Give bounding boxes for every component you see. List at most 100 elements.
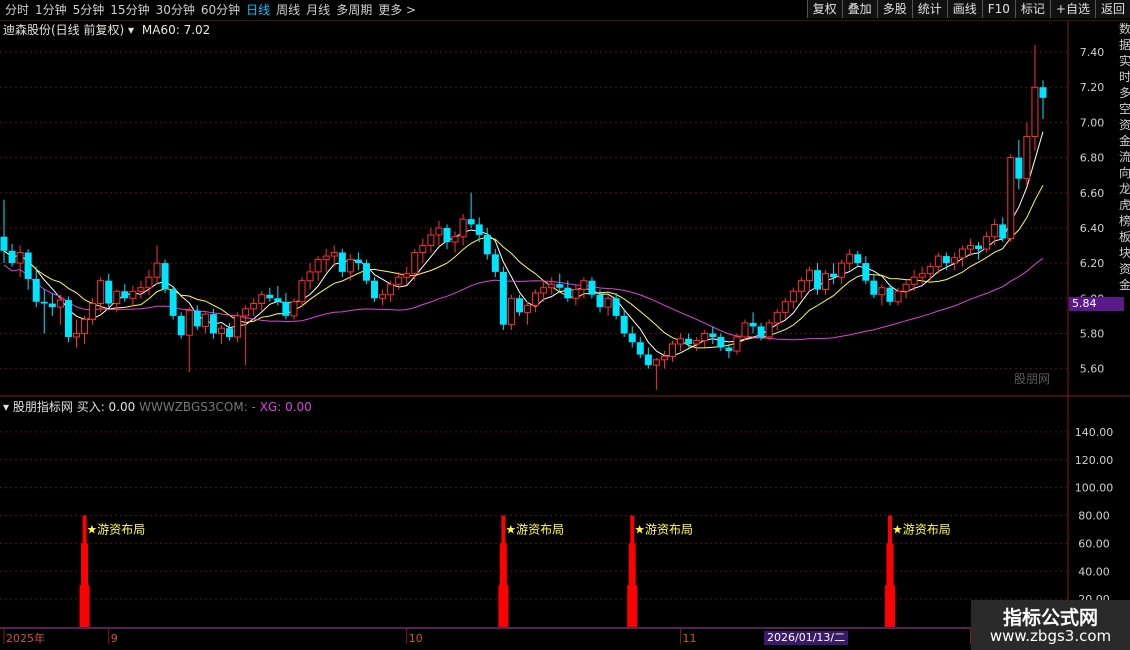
date-tick-label: 2025年: [6, 631, 45, 645]
candle-body: [1007, 157, 1015, 239]
candle-body: [1015, 157, 1023, 179]
site-logo: 指标公式网 www.zbgs3.com: [971, 600, 1130, 650]
candle-body: [918, 273, 926, 278]
candle-body: [580, 280, 588, 290]
candle-body: [161, 263, 169, 290]
candle-body: [983, 236, 991, 250]
candle-body: [330, 252, 338, 257]
watermark: 股朋网: [1014, 372, 1051, 386]
candle-body: [693, 339, 701, 345]
current-price-tag: 5.84: [1069, 297, 1124, 311]
signal-label: ★游资布局: [87, 523, 146, 537]
date-tick-label: 10: [409, 632, 423, 645]
candle-body: [177, 315, 185, 336]
logo-title: 指标公式网: [1002, 607, 1098, 629]
candle-body: [475, 224, 483, 235]
candle-body: [813, 270, 821, 290]
candle-body: [105, 280, 113, 304]
candle-body: [620, 315, 628, 334]
candle-body: [515, 298, 523, 313]
candle-body: [234, 315, 242, 338]
candle-body: [660, 355, 668, 361]
price-tick-label: 7.20: [1080, 81, 1105, 94]
candle-body: [902, 283, 910, 292]
candle-body: [113, 290, 121, 305]
date-tick-label: 9: [111, 632, 118, 645]
candle-body: [370, 280, 378, 299]
cursor-date-tag: 2026/01/13/二: [764, 631, 849, 645]
candle-body: [1023, 135, 1031, 180]
candle-body: [290, 301, 298, 317]
candle-body: [564, 287, 572, 299]
candle-body: [572, 288, 580, 299]
candle-body: [40, 301, 48, 304]
indicator-tick-label: 80.00: [1078, 510, 1110, 523]
candle-body: [169, 289, 177, 316]
candle-body: [16, 252, 24, 264]
candle-body: [822, 273, 830, 290]
indicator-tick-label: 140.00: [1075, 426, 1114, 439]
price-tick-label: 6.80: [1080, 152, 1105, 165]
candle-body: [870, 280, 878, 295]
candle-body: [129, 290, 137, 299]
candle-body: [524, 304, 532, 313]
candle-body: [274, 298, 282, 302]
candle-body: [266, 294, 274, 299]
signal-bar: [498, 585, 509, 627]
candle-body: [121, 291, 129, 299]
candle-body: [362, 263, 370, 281]
signal-label: ★游资布局: [505, 523, 564, 537]
candle-body: [701, 332, 709, 341]
candle-body: [677, 338, 685, 345]
signal-bar: [884, 585, 895, 627]
candle-body: [958, 248, 966, 259]
candle-body: [765, 322, 773, 338]
indicator-tick-label: 100.00: [1075, 482, 1114, 495]
candle-body: [242, 308, 250, 317]
candle-body: [926, 266, 934, 275]
candle-body: [967, 245, 975, 250]
candle-body: [185, 310, 193, 336]
candle-body: [483, 234, 491, 255]
candle-body: [669, 343, 677, 357]
candle-body: [991, 223, 999, 238]
price-tick-label: 6.20: [1080, 257, 1105, 270]
candle-body: [451, 236, 459, 243]
candle-body: [258, 294, 266, 305]
candle-body: [628, 333, 636, 343]
candle-body: [282, 301, 290, 316]
candle-body: [1039, 87, 1047, 98]
candle-body: [725, 347, 733, 352]
side-panel-text[interactable]: 数据实时多空资金流向龙虎榜板块资金: [1119, 21, 1130, 601]
candle-body: [459, 218, 467, 238]
candle-body: [749, 322, 757, 327]
price-tick-label: 7.00: [1080, 116, 1105, 129]
candle-body: [588, 280, 596, 295]
candle-body: [789, 290, 797, 303]
candle-body: [72, 332, 80, 338]
candle-body: [685, 338, 693, 344]
candle-body: [250, 303, 258, 310]
candle-body: [379, 294, 387, 299]
candle-body: [942, 256, 950, 264]
candle-body: [797, 280, 805, 292]
candle-body: [217, 327, 225, 334]
candle-body: [153, 262, 161, 278]
price-tick-label: 6.60: [1080, 187, 1105, 200]
candle-body: [226, 328, 234, 337]
candle-body: [781, 301, 789, 313]
candle-body: [886, 287, 894, 302]
indicator-tick-label: 120.00: [1075, 454, 1114, 467]
candle-body: [491, 254, 499, 272]
candle-body: [733, 336, 741, 352]
candle-body: [64, 300, 72, 337]
candle-body: [862, 263, 870, 281]
signal-bar: [627, 585, 638, 627]
candle-body: [137, 287, 145, 292]
kline-chart[interactable]: 7.407.207.006.806.606.406.206.005.805.60…: [0, 0, 1130, 650]
moving-average-line: [3, 131, 1044, 357]
candle-body: [894, 290, 902, 303]
signal-bar: [79, 585, 90, 627]
candle-body: [507, 297, 515, 326]
candle-body: [540, 287, 548, 294]
